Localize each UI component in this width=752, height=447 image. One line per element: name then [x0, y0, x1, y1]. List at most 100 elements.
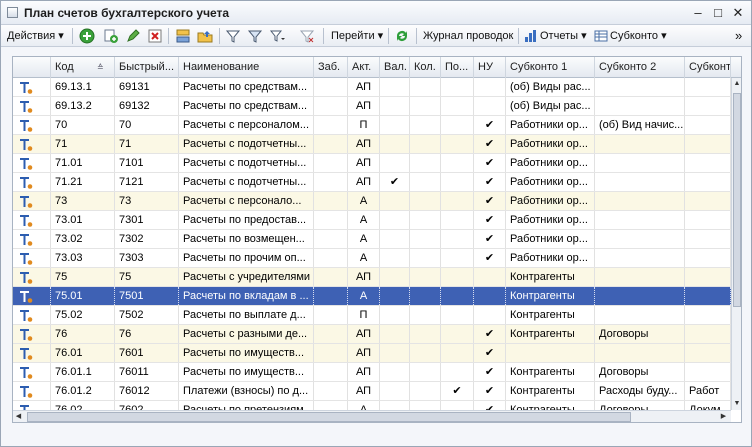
hierarchy-icon[interactable] [175, 28, 191, 44]
row-icon-cell[interactable] [13, 249, 51, 267]
column-header-fast-search[interactable]: Быстрый... [115, 57, 179, 78]
scroll-up-icon[interactable]: ▲ [732, 78, 741, 89]
cell-code[interactable]: 73 [51, 192, 115, 210]
goto-menu-button[interactable]: Перейти ▾ [331, 27, 383, 45]
cell-quantity[interactable] [410, 116, 441, 134]
cell-tax-accounting[interactable]: ✔ [474, 211, 506, 229]
cell-subkonto-1[interactable]: Контрагенты [506, 268, 595, 286]
cell-currency[interactable] [380, 382, 410, 400]
cell-currency[interactable] [380, 249, 410, 267]
cell-subkonto-1[interactable]: Работники ор... [506, 116, 595, 134]
cell-po[interactable] [441, 287, 474, 305]
cell-subkonto-2[interactable]: (об) Вид начис... [595, 116, 685, 134]
table-row[interactable]: 71.01 7101 Расчеты с подотчетны... АП ✔ Работ… [13, 154, 731, 173]
cell-subkonto-1[interactable]: Работники ор... [506, 192, 595, 210]
cell-subkonto-3[interactable] [685, 249, 731, 267]
table-row[interactable]: 75 75 Расчеты с учредителями АП Контрагенты [13, 268, 731, 287]
cell-active[interactable]: АП [348, 363, 380, 381]
row-icon-cell[interactable] [13, 116, 51, 134]
cell-subkonto-2[interactable] [595, 173, 685, 191]
cell-code[interactable]: 71.21 [51, 173, 115, 191]
cell-code[interactable]: 75 [51, 268, 115, 286]
cell-quantity[interactable] [410, 154, 441, 172]
column-header-icon[interactable] [13, 57, 51, 78]
cell-subkonto-3[interactable] [685, 173, 731, 191]
cell-code[interactable]: 70 [51, 116, 115, 134]
cell-subkonto-2[interactable] [595, 78, 685, 96]
cell-subkonto-2[interactable] [595, 192, 685, 210]
filter-dropdown-icon[interactable] [269, 28, 285, 44]
cell-off-balance[interactable] [314, 344, 348, 362]
cell-currency[interactable] [380, 306, 410, 324]
table-row[interactable]: 73.01 7301 Расчеты по предостав... А ✔ Работн… [13, 211, 731, 230]
cell-subkonto-3[interactable] [685, 135, 731, 153]
cell-off-balance[interactable] [314, 325, 348, 343]
cell-currency[interactable]: ✔ [380, 173, 410, 191]
cell-name[interactable]: Расчеты с разными де... [179, 325, 314, 343]
cell-tax-accounting[interactable]: ✔ [474, 325, 506, 343]
cell-tax-accounting[interactable] [474, 306, 506, 324]
cell-subkonto-3[interactable] [685, 78, 731, 96]
cell-po[interactable] [441, 268, 474, 286]
cell-tax-accounting[interactable]: ✔ [474, 344, 506, 362]
cell-fast-search[interactable]: 70 [115, 116, 179, 134]
cell-active[interactable]: АП [348, 268, 380, 286]
cell-tax-accounting[interactable]: ✔ [474, 363, 506, 381]
row-icon-cell[interactable] [13, 192, 51, 210]
cell-tax-accounting[interactable]: ✔ [474, 173, 506, 191]
cell-active[interactable]: А [348, 211, 380, 229]
cell-subkonto-3[interactable] [685, 154, 731, 172]
row-icon-cell[interactable] [13, 173, 51, 191]
cell-off-balance[interactable] [314, 382, 348, 400]
cell-fast-search[interactable]: 7601 [115, 344, 179, 362]
edit-icon[interactable] [125, 28, 141, 44]
maximize-button[interactable]: □ [710, 5, 726, 21]
cell-off-balance[interactable] [314, 116, 348, 134]
cell-active[interactable]: П [348, 116, 380, 134]
cell-fast-search[interactable]: 7501 [115, 287, 179, 305]
cell-subkonto-2[interactable] [595, 268, 685, 286]
cell-active[interactable]: А [348, 287, 380, 305]
cell-code[interactable]: 73.02 [51, 230, 115, 248]
cell-code[interactable]: 76 [51, 325, 115, 343]
cell-name[interactable]: Расчеты по возмещен... [179, 230, 314, 248]
cell-subkonto-3[interactable] [685, 325, 731, 343]
delete-icon[interactable] [147, 28, 163, 44]
cell-subkonto-3[interactable] [685, 97, 731, 115]
cell-currency[interactable] [380, 192, 410, 210]
filter-value-icon[interactable] [247, 28, 263, 44]
cell-currency[interactable] [380, 268, 410, 286]
cell-code[interactable]: 76.01 [51, 344, 115, 362]
table-row[interactable]: 69.13.2 69132 Расчеты по средствам... АП (об… [13, 97, 731, 116]
cell-subkonto-2[interactable] [595, 97, 685, 115]
cell-po[interactable] [441, 192, 474, 210]
row-icon-cell[interactable] [13, 382, 51, 400]
cell-active[interactable]: АП [348, 97, 380, 115]
cell-name[interactable]: Расчеты по вкладам в ... [179, 287, 314, 305]
cell-subkonto-1[interactable]: (об) Виды рас... [506, 97, 595, 115]
cell-currency[interactable] [380, 287, 410, 305]
cell-subkonto-1[interactable]: Контрагенты [506, 306, 595, 324]
cell-po[interactable] [441, 116, 474, 134]
cell-name[interactable]: Расчеты с персоналом... [179, 116, 314, 134]
column-header-quantity[interactable]: Кол. [410, 57, 441, 78]
cell-fast-search[interactable]: 69131 [115, 78, 179, 96]
table-row[interactable]: 76 76 Расчеты с разными де... АП ✔ Контрагент… [13, 325, 731, 344]
cell-po[interactable] [441, 135, 474, 153]
cell-subkonto-1[interactable]: Работники ор... [506, 211, 595, 229]
vertical-scrollbar[interactable]: ▲ ▼ [731, 78, 741, 410]
cell-name[interactable]: Расчеты с учредителями [179, 268, 314, 286]
cell-subkonto-2[interactable]: Расходы буду... [595, 382, 685, 400]
cell-code[interactable]: 76.01.1 [51, 363, 115, 381]
row-icon-cell[interactable] [13, 325, 51, 343]
horizontal-scroll-thumb[interactable] [27, 412, 631, 422]
folder-up-icon[interactable] [197, 28, 213, 44]
cell-active[interactable]: А [348, 230, 380, 248]
horizontal-scrollbar[interactable]: ◀ ▶ [13, 410, 731, 422]
cell-off-balance[interactable] [314, 287, 348, 305]
cell-off-balance[interactable] [314, 268, 348, 286]
cell-off-balance[interactable] [314, 230, 348, 248]
cell-fast-search[interactable]: 71 [115, 135, 179, 153]
cell-subkonto-3[interactable] [685, 116, 731, 134]
cell-name[interactable]: Расчеты с подотчетны... [179, 154, 314, 172]
